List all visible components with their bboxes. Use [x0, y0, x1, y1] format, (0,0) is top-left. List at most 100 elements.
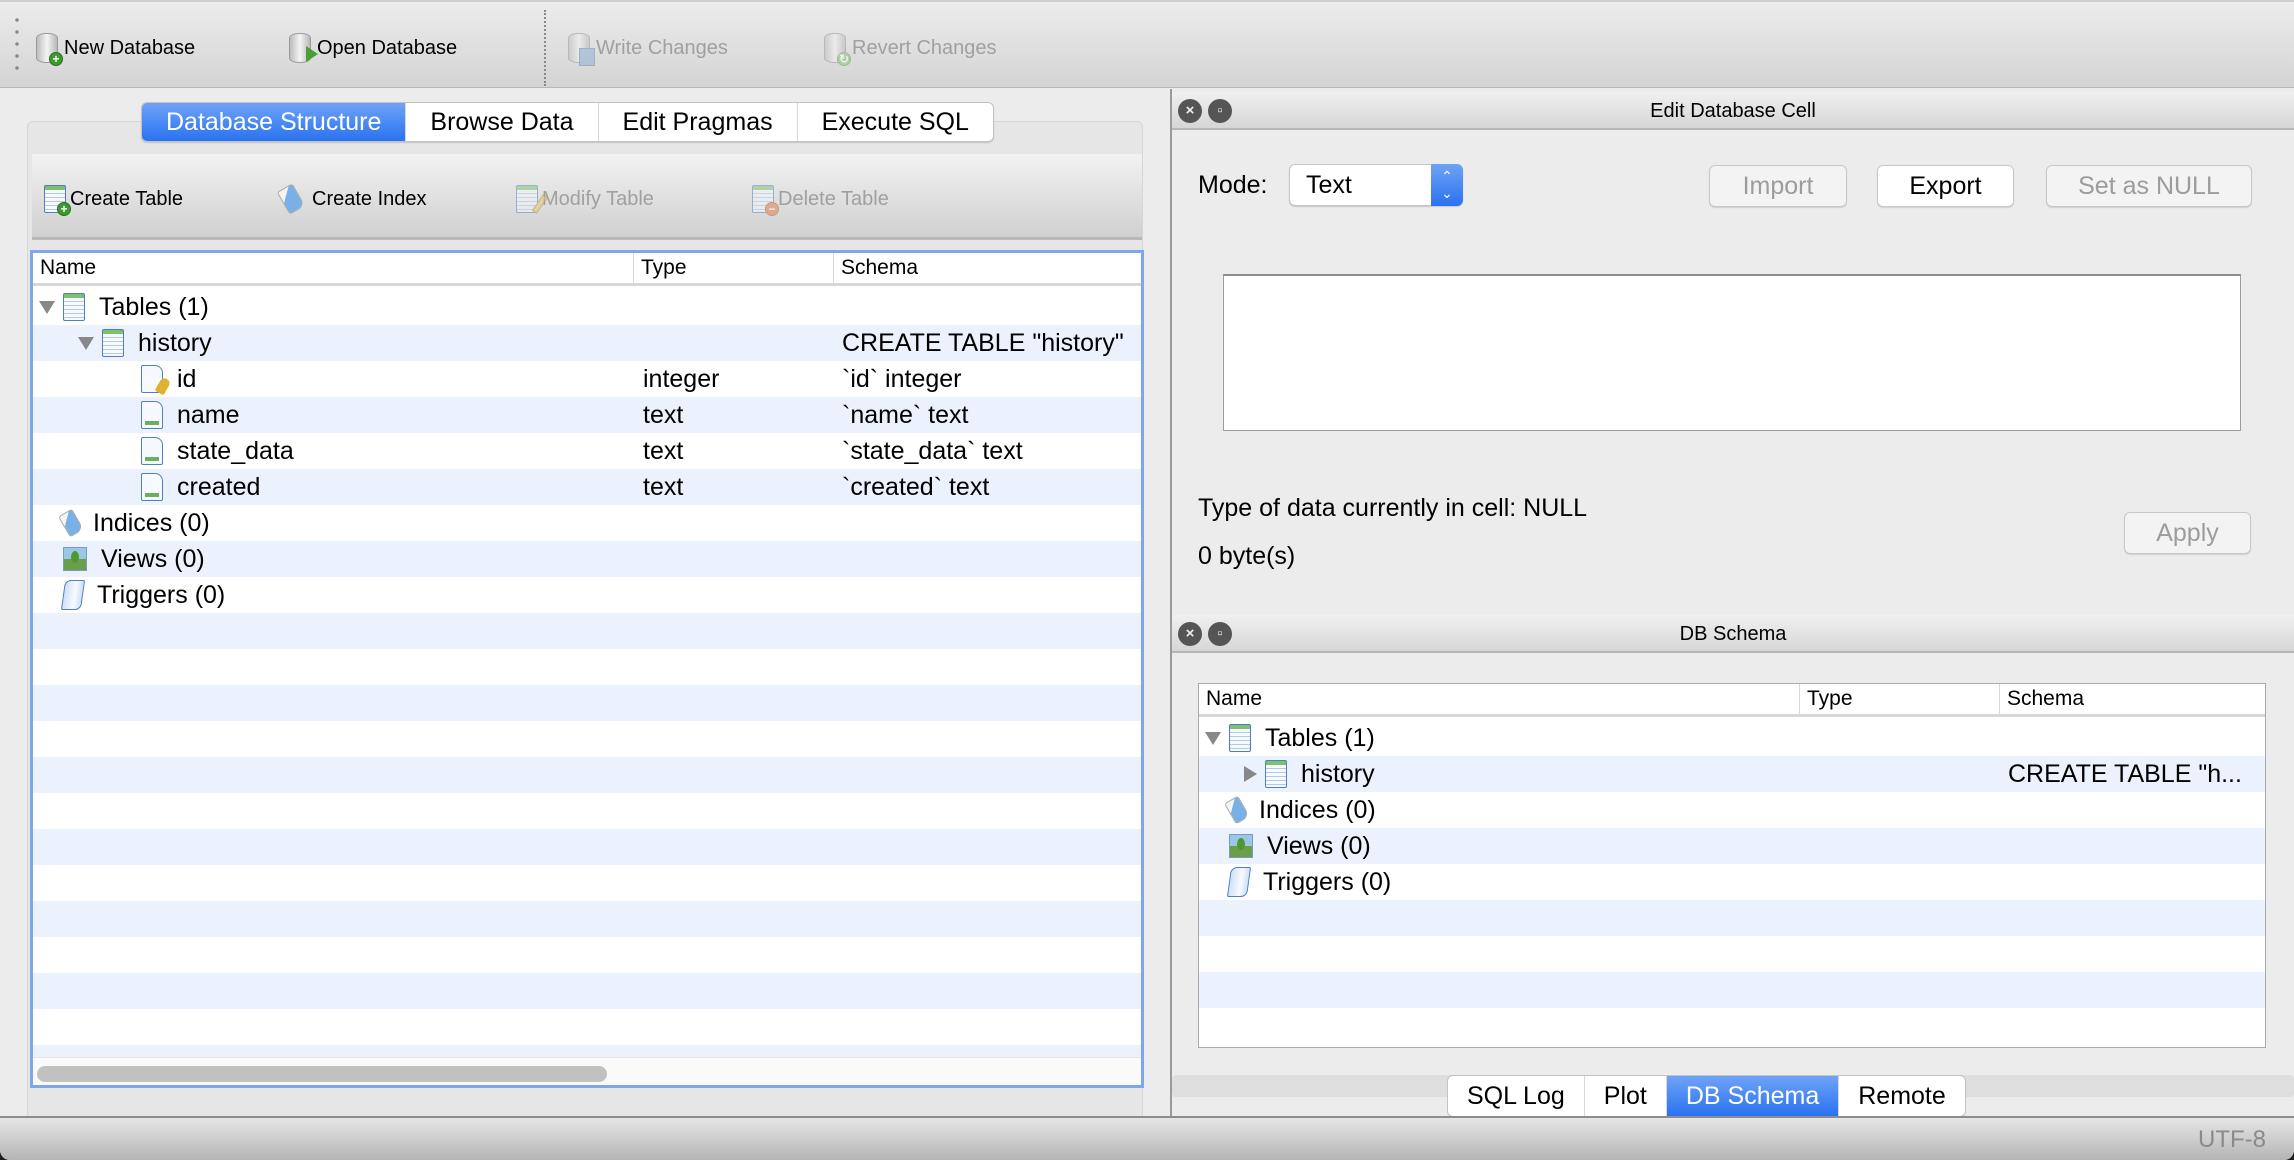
row-name: created	[177, 473, 261, 501]
db-schema-panel: Name Type Schema Tables (1) history CREATE…	[1172, 655, 2294, 1075]
field-icon	[141, 401, 163, 429]
create-table-button[interactable]: + Create Table	[44, 184, 183, 216]
field-icon	[141, 473, 163, 501]
tab-sql-log[interactable]: SQL Log	[1448, 1076, 1585, 1116]
float-dock-icon[interactable]: ▫	[1208, 99, 1232, 123]
tree-row[interactable]: Views (0)	[33, 541, 1141, 577]
row-type: integer	[643, 365, 720, 393]
new-database-button[interactable]: + New Database	[36, 32, 195, 66]
delete-table-button[interactable]: − Delete Table	[752, 184, 889, 216]
table-icon	[102, 329, 124, 357]
write-changes-button[interactable]: Write Changes	[568, 32, 728, 66]
tree-row[interactable]: Indices (0)	[1199, 792, 2265, 828]
field-icon	[141, 437, 163, 465]
row-name: Tables (1)	[99, 293, 209, 321]
tree-row[interactable]: id integer `id` integer	[33, 361, 1141, 397]
tree-row[interactable]: created text `created` text	[33, 469, 1141, 505]
tree-row[interactable]: Tables (1)	[1199, 720, 2265, 756]
scrollbar-thumb[interactable]	[37, 1066, 607, 1082]
export-button[interactable]: Export	[1877, 165, 2014, 207]
float-dock-icon[interactable]: ▫	[1208, 622, 1232, 646]
empty-row	[33, 1009, 1141, 1045]
tree-row[interactable]: Tables (1)	[33, 289, 1141, 325]
column-header-schema[interactable]: Schema	[833, 253, 918, 283]
import-button[interactable]: Import	[1709, 165, 1847, 207]
column-header-type[interactable]: Type	[633, 253, 687, 283]
structure-tree[interactable]: Name Type Schema Tables (1) history CREATE…	[30, 250, 1144, 1088]
row-name: Triggers (0)	[97, 581, 226, 609]
row-schema: CREATE TABLE "h...	[2008, 760, 2242, 788]
row-name: history	[1301, 760, 1375, 788]
row-schema: `created` text	[842, 473, 990, 501]
write-changes-icon	[568, 33, 595, 66]
cell-size-info: 0 byte(s)	[1198, 542, 1296, 570]
apply-button[interactable]: Apply	[2124, 512, 2251, 554]
dock-tab-bar: SQL Log Plot DB Schema Remote	[1447, 1075, 1966, 1117]
structure-toolbar: + Create Table Create Index Modify Table…	[32, 154, 1142, 240]
horizontal-scrollbar[interactable]	[33, 1057, 1141, 1085]
row-name: Views (0)	[101, 545, 205, 573]
row-type: text	[643, 401, 684, 429]
tree-header: Name Type Schema	[33, 253, 1141, 286]
expand-arrow-icon[interactable]	[39, 300, 55, 314]
tree-row[interactable]: Views (0)	[1199, 828, 2265, 864]
db-schema-title: DB Schema	[1679, 623, 1787, 645]
tab-plot[interactable]: Plot	[1585, 1076, 1667, 1116]
modify-table-label: Modify Table	[542, 187, 654, 210]
delete-table-label: Delete Table	[778, 187, 889, 210]
modify-table-button[interactable]: Modify Table	[516, 184, 654, 214]
column-header-name[interactable]: Name	[1199, 684, 1262, 714]
tree-row[interactable]: history CREATE TABLE "history"	[33, 325, 1141, 361]
tree-row[interactable]: Indices (0)	[33, 505, 1141, 541]
close-dock-icon[interactable]: ×	[1178, 99, 1202, 123]
new-database-icon: +	[36, 33, 63, 66]
tree-row[interactable]: Triggers (0)	[1199, 864, 2265, 900]
tab-execute-sql[interactable]: Execute SQL	[798, 103, 993, 141]
delete-table-icon: −	[752, 185, 779, 216]
empty-row	[33, 973, 1141, 1009]
row-name: Tables (1)	[1265, 724, 1375, 752]
empty-row	[33, 793, 1141, 829]
cell-editor-textarea[interactable]	[1223, 274, 2241, 431]
tab-remote[interactable]: Remote	[1839, 1076, 1965, 1116]
row-name: Indices (0)	[1259, 796, 1376, 824]
table-icon	[1229, 724, 1251, 752]
tree-row[interactable]: state_data text `state_data` text	[33, 433, 1141, 469]
app-window: + New Database Open Database Write Chang…	[0, 0, 2294, 1160]
tree-row[interactable]: name text `name` text	[33, 397, 1141, 433]
mode-select[interactable]: Text ⌃ ⌄	[1289, 164, 1463, 206]
edit-cell-panel: Mode: Text ⌃ ⌄ Import Export Set as NULL …	[1172, 131, 2294, 611]
table-icon	[1265, 760, 1287, 788]
column-header-name[interactable]: Name	[33, 253, 96, 283]
tree-row[interactable]: history CREATE TABLE "h...	[1199, 756, 2265, 792]
row-schema: CREATE TABLE "history"	[842, 329, 1124, 357]
tab-browse-data[interactable]: Browse Data	[406, 103, 599, 141]
select-stepper-icon: ⌃ ⌄	[1431, 164, 1463, 206]
tab-edit-pragmas[interactable]: Edit Pragmas	[599, 103, 798, 141]
column-header-type[interactable]: Type	[1799, 684, 1853, 714]
collapse-arrow-icon[interactable]	[1244, 766, 1257, 782]
revert-changes-button[interactable]: ↻ Revert Changes	[824, 32, 997, 66]
tab-db-schema[interactable]: DB Schema	[1666, 1076, 1840, 1116]
open-database-button[interactable]: Open Database	[289, 32, 457, 64]
toolbar-grip-handle[interactable]	[15, 14, 19, 74]
close-dock-icon[interactable]: ×	[1178, 622, 1202, 646]
revert-changes-label: Revert Changes	[852, 36, 997, 59]
encoding-indicator: UTF-8	[2198, 1126, 2266, 1153]
tab-database-structure[interactable]: Database Structure	[142, 103, 407, 141]
empty-row	[1199, 936, 2265, 972]
write-changes-label: Write Changes	[596, 36, 728, 59]
trigger-icon	[60, 580, 86, 610]
row-name: history	[138, 329, 212, 357]
expand-arrow-icon[interactable]	[1205, 731, 1221, 745]
row-name: Views (0)	[1267, 832, 1371, 860]
empty-row	[33, 937, 1141, 973]
create-index-button[interactable]: Create Index	[276, 183, 427, 215]
column-header-schema[interactable]: Schema	[1999, 684, 2084, 714]
expand-arrow-icon[interactable]	[78, 336, 94, 350]
index-icon	[58, 508, 84, 538]
db-schema-tree[interactable]: Name Type Schema Tables (1) history CREATE…	[1198, 683, 2266, 1048]
mode-label: Mode:	[1198, 171, 1268, 199]
set-as-null-button[interactable]: Set as NULL	[2046, 165, 2252, 207]
tree-row[interactable]: Triggers (0)	[33, 577, 1141, 613]
